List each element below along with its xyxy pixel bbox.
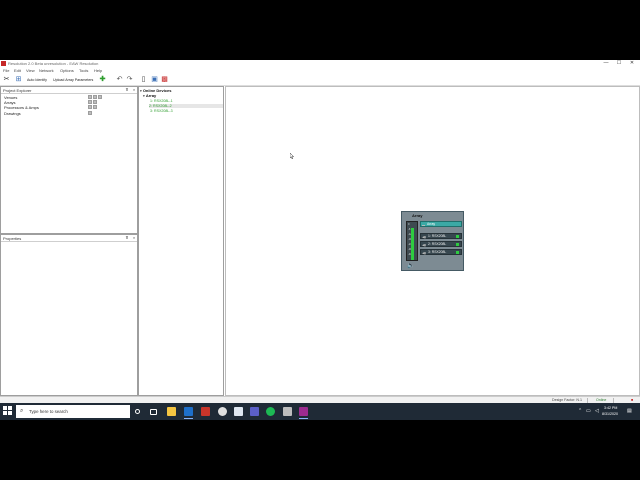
design-factor-status: Design Factor: N.1 xyxy=(552,398,582,402)
windows-taskbar: ⌕ Type here to search ⌃ ▭ ◁ 3:42 PM 8/31… xyxy=(0,403,640,420)
speaker-cabinet-icon: ◀▮ xyxy=(422,235,426,239)
close-panel-icon[interactable]: × xyxy=(131,235,137,241)
app-icon-gray[interactable] xyxy=(283,407,292,416)
mouse-cursor-icon xyxy=(290,153,294,159)
array-header-row[interactable]: ▬ Array xyxy=(420,221,462,227)
chrome-icon[interactable] xyxy=(218,407,227,416)
taskbar-search-box[interactable]: ⌕ Type here to search xyxy=(16,405,130,418)
search-icon: ⌕ xyxy=(20,408,24,414)
status-led xyxy=(456,235,459,238)
network-icon[interactable]: ⊞ xyxy=(15,76,22,83)
edit-processor-icon[interactable] xyxy=(93,105,97,109)
edit-venue-icon[interactable] xyxy=(93,95,97,99)
speaker-row[interactable]: ◀▮ 2: RSX208L xyxy=(420,241,462,247)
add-processor-icon[interactable] xyxy=(88,105,92,109)
close-button[interactable]: ✕ xyxy=(626,60,638,67)
online-status: Online xyxy=(596,398,607,402)
device-group-label: Array xyxy=(145,93,157,98)
device-item[interactable]: 3: RSX208L-3 xyxy=(150,109,173,113)
document-icon[interactable]: ▯ xyxy=(140,76,147,83)
pin-icon[interactable]: ⊼ xyxy=(124,87,130,93)
auto-identify-button[interactable]: Auto Identify xyxy=(27,78,47,82)
edit-array-icon[interactable] xyxy=(93,100,97,104)
window-app-icon[interactable] xyxy=(234,407,243,416)
speaker-label: 1: RSX208L xyxy=(428,234,447,238)
save-icon[interactable]: ▩ xyxy=(161,76,168,83)
maximize-button[interactable]: ☐ xyxy=(613,60,625,67)
window-icon[interactable]: ▣ xyxy=(151,76,158,83)
device-item-selected[interactable]: 2: RSX208L-2 xyxy=(149,104,223,108)
array-widget[interactable]: Array 0 -6 -12 -18 -24 -30 -40 🔈 ▬ Array… xyxy=(401,211,464,271)
volume-tray-icon[interactable]: ◁ xyxy=(595,408,599,414)
project-explorer-title: Project Explorer xyxy=(3,88,32,93)
speaker-cabinet-icon: ◀▮ xyxy=(422,251,426,255)
start-button[interactable] xyxy=(3,406,13,416)
cortana-icon[interactable] xyxy=(135,409,140,414)
speaker-label: 3: RSX208L xyxy=(428,250,447,254)
minimize-button[interactable]: — xyxy=(600,60,612,67)
device-item[interactable]: 1: RSX208L-1 xyxy=(150,99,173,103)
add-drawing-icon[interactable] xyxy=(88,111,92,115)
upload-array-parameters-button[interactable]: Upload Array Parameters xyxy=(53,78,93,82)
speaker-icon[interactable]: 🔈 xyxy=(407,262,414,269)
add-venue-icon[interactable] xyxy=(88,95,92,99)
window-title: Resolution 2.0 Beta unresolution - EAW R… xyxy=(8,61,99,66)
app-logo-icon xyxy=(1,61,6,66)
tree-item-processors-amps[interactable]: Processors & Amps xyxy=(4,105,39,110)
teams-icon[interactable] xyxy=(250,407,259,416)
meter-tick: -6 xyxy=(408,228,411,231)
project-explorer-header: Project Explorer ⊼ × xyxy=(1,87,137,94)
tray-chevron-icon[interactable]: ⌃ xyxy=(578,408,582,414)
eaw-resolution-icon[interactable] xyxy=(299,407,308,419)
app-icon-red[interactable] xyxy=(201,407,210,416)
speaker-array-icon: ▬ xyxy=(422,223,425,227)
speaker-label: 2: RSX208L xyxy=(428,242,447,246)
status-led xyxy=(456,251,459,254)
device-group-array[interactable]: ▾ Array xyxy=(143,93,156,98)
undo-icon[interactable]: ↶ xyxy=(116,76,123,83)
toolbar: ✂ ⊞ Auto Identify Upload Array Parameter… xyxy=(0,73,640,86)
tree-item-drawings[interactable]: Drawings xyxy=(4,111,21,116)
delete-venue-icon[interactable] xyxy=(98,95,102,99)
clock-date[interactable]: 8/31/2020 xyxy=(602,412,618,416)
speaker-row[interactable]: ◀▮ 3: RSX208L xyxy=(420,249,462,255)
clock-time[interactable]: 3:42 PM xyxy=(604,406,617,410)
file-explorer-icon[interactable] xyxy=(167,407,176,416)
search-placeholder: Type here to search xyxy=(29,409,68,414)
task-view-icon[interactable] xyxy=(150,409,157,415)
level-meter: 0 -6 -12 -18 -24 -30 -40 xyxy=(406,221,418,261)
array-header-label: Array xyxy=(427,222,436,226)
spotify-icon[interactable] xyxy=(266,407,275,416)
properties-panel: Properties ⊼ × xyxy=(0,234,138,396)
speaker-cabinet-icon: ◀▮ xyxy=(422,243,426,247)
tools-icon[interactable]: ✂ xyxy=(3,76,10,83)
close-panel-icon[interactable]: × xyxy=(131,87,137,93)
title-bar: Resolution 2.0 Beta unresolution - EAW R… xyxy=(0,60,640,67)
properties-header: Properties ⊼ × xyxy=(1,235,137,242)
status-led xyxy=(456,243,459,246)
project-explorer-panel: Project Explorer ⊼ × Venues Arrays Proce… xyxy=(0,86,138,234)
meter-tick: 0 xyxy=(408,223,410,226)
outlook-icon[interactable] xyxy=(184,407,193,419)
redo-icon[interactable]: ↷ xyxy=(126,76,133,83)
properties-title: Properties xyxy=(3,236,22,241)
meter-fill xyxy=(411,227,414,260)
online-devices-panel: ▾ Online Devices ▾ Array 1: RSX208L-1 2:… xyxy=(138,86,224,396)
add-icon[interactable]: ✚ xyxy=(99,76,106,83)
add-array-icon[interactable] xyxy=(88,100,92,104)
status-indicator-icon: ■ xyxy=(631,398,634,402)
speaker-row[interactable]: ◀▮ 1: RSX208L xyxy=(420,233,462,239)
pin-icon[interactable]: ⊼ xyxy=(124,235,130,241)
application-window: Resolution 2.0 Beta unresolution - EAW R… xyxy=(0,60,640,420)
array-widget-title: Array xyxy=(412,213,423,218)
network-tray-icon[interactable]: ▭ xyxy=(586,408,591,414)
notifications-icon[interactable]: ▤ xyxy=(627,408,632,414)
